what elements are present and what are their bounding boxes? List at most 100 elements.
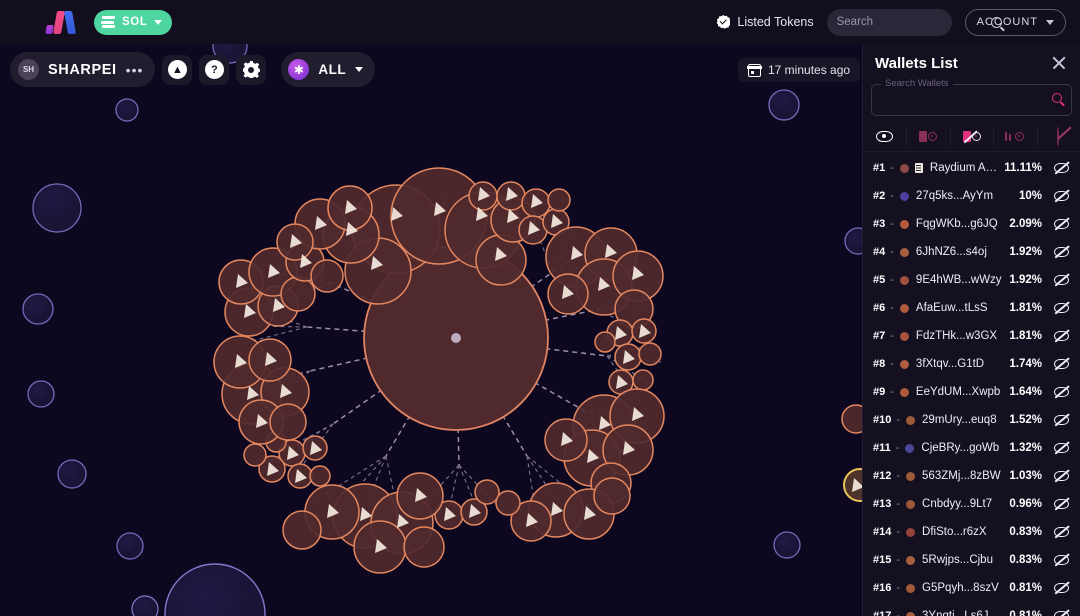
hide-wallet-eye-slash-icon[interactable] — [1054, 357, 1070, 371]
wallet-row[interactable]: #8- 3fXtqv...G1tD 1.74% — [863, 350, 1080, 378]
timestamp-label: 17 minutes ago — [768, 63, 851, 77]
wallet-percent: 0.96% — [1009, 498, 1042, 510]
wallet-percent: 11.11% — [1004, 162, 1042, 174]
wallet-color-dot — [906, 611, 916, 616]
wallet-color-dot — [905, 443, 915, 453]
wallet-percent: 1.03% — [1009, 470, 1042, 482]
help-button[interactable]: ? — [199, 54, 230, 85]
filter-hidden-button[interactable] — [1036, 122, 1080, 151]
wallet-row[interactable]: #7- FdzTHk...w3GX 1.81% — [863, 322, 1080, 350]
wallet-row[interactable]: #5- 9E4hWB...wWzy 1.92% — [863, 266, 1080, 294]
hide-wallet-eye-slash-icon[interactable] — [1054, 161, 1070, 175]
settings-button[interactable] — [236, 54, 267, 85]
all-filter-label: ALL — [318, 62, 347, 77]
wallet-row[interactable]: #12- 563ZMj...8zBW 1.03% — [863, 462, 1080, 490]
wallet-rank: #14 — [873, 526, 892, 538]
settings-gear-icon — [243, 61, 260, 78]
filter-liquidity-button[interactable] — [993, 122, 1036, 151]
hide-wallet-eye-slash-icon[interactable] — [1054, 301, 1070, 315]
wallet-row[interactable]: #1- Raydium Autho...11.11% — [863, 154, 1080, 182]
bubble-map-svg — [0, 44, 862, 616]
wallet-color-dot — [899, 303, 909, 313]
wallets-list[interactable]: #1-Raydium Autho...11.11%#2-27q5ks...AyY… — [863, 152, 1080, 616]
wallet-rank-separator: - — [896, 582, 901, 594]
wallet-address: AfaEuw...tLsS — [915, 302, 988, 314]
solana-icon — [101, 16, 115, 28]
wallet-rank-separator: - — [890, 218, 894, 230]
wallet-percent: 1.92% — [1009, 246, 1042, 258]
hide-wallet-eye-slash-icon[interactable] — [1054, 217, 1070, 231]
wallet-rank-separator: - — [890, 190, 894, 202]
wallet-address: 6JhNZ6...s4oj — [915, 246, 987, 258]
token-avatar: SH — [18, 59, 39, 80]
wallet-rank-separator: - — [890, 358, 894, 370]
hide-wallet-eye-slash-icon[interactable] — [1054, 245, 1070, 259]
chain-label: SOL — [122, 16, 148, 28]
wallet-rank-separator: - — [890, 246, 894, 258]
wallet-row[interactable]: #15- 5Rwjps...Cjbu 0.83% — [863, 546, 1080, 574]
map-toolbar: SH SHARPEI ••• ▲ ? ✱ ALL — [10, 52, 376, 87]
hide-wallet-eye-slash-icon[interactable] — [1054, 385, 1070, 399]
exchange-eye-slash-icon — [962, 130, 981, 144]
wallet-rank-separator: - — [896, 470, 901, 482]
hide-wallet-eye-slash-icon[interactable] — [1054, 609, 1070, 616]
filter-contracts-button[interactable] — [906, 122, 949, 151]
hide-wallet-eye-slash-icon[interactable] — [1054, 525, 1070, 539]
wallet-row[interactable]: #11- CjeBRy...goWb 1.32% — [863, 434, 1080, 462]
filter-all-visible-button[interactable] — [863, 122, 906, 151]
bubble-map-canvas[interactable]: bubblemaps.io — [0, 44, 862, 616]
more-options-icon[interactable]: ••• — [126, 63, 144, 77]
wallet-row[interactable]: #4- 6JhNZ6...s4oj 1.92% — [863, 238, 1080, 266]
wallet-rank: #5 — [873, 274, 886, 286]
close-icon[interactable] — [1050, 54, 1068, 72]
wallet-row[interactable]: #9- EeYdUM...Xwpb 1.64% — [863, 378, 1080, 406]
global-search-box[interactable] — [826, 8, 1002, 36]
listed-tokens-button[interactable]: Listed Tokens — [716, 15, 814, 29]
hidden-eye-slash-icon — [1057, 126, 1072, 146]
wallet-filter-row — [863, 122, 1080, 152]
wallet-row[interactable]: #6- AfaEuw...tLsS 1.81% — [863, 294, 1080, 322]
all-filter-chip[interactable]: ✱ ALL — [281, 52, 376, 87]
hide-wallet-eye-slash-icon[interactable] — [1054, 441, 1070, 455]
hide-wallet-eye-slash-icon[interactable] — [1054, 189, 1070, 203]
wallet-row[interactable]: #3- FqgWKb...g6JQ 2.09% — [863, 210, 1080, 238]
bubblemaps-logo[interactable] — [45, 10, 80, 34]
wallet-rank: #16 — [873, 582, 892, 594]
wallet-rank-separator: - — [895, 442, 900, 454]
wallet-row[interactable]: #13- Cnbdyy...9Lt7 0.96% — [863, 490, 1080, 518]
wallet-row[interactable]: #17- 3Yngtj...Ls6J 0.81% — [863, 602, 1080, 616]
hide-wallet-eye-slash-icon[interactable] — [1054, 329, 1070, 343]
topbar-right-group: Listed Tokens ACCOUNT — [716, 8, 1066, 36]
wallet-row[interactable]: #14- DfiSto...r6zX 0.83% — [863, 518, 1080, 546]
hide-wallet-eye-slash-icon[interactable] — [1054, 581, 1070, 595]
token-name-label: SHARPEI — [48, 61, 117, 78]
wallet-color-dot — [899, 247, 909, 257]
metrics-button[interactable]: ▲ — [162, 54, 193, 85]
wallet-rank: #7 — [873, 330, 886, 342]
hide-wallet-eye-slash-icon[interactable] — [1054, 413, 1070, 427]
hide-wallet-eye-slash-icon[interactable] — [1054, 497, 1070, 511]
liquidity-eye-icon — [1005, 131, 1025, 142]
filter-exchanges-button[interactable] — [949, 122, 993, 151]
hide-wallet-eye-slash-icon[interactable] — [1054, 469, 1070, 483]
account-button[interactable]: ACCOUNT — [964, 8, 1066, 36]
snapshot-timestamp[interactable]: 17 minutes ago — [738, 58, 861, 82]
token-selector-chip[interactable]: SH SHARPEI ••• — [10, 52, 156, 87]
wallet-percent: 1.32% — [1009, 442, 1042, 454]
wallet-row[interactable]: #10- 29mUry...euq8 1.52% — [863, 406, 1080, 434]
wallet-rank-separator: - — [896, 554, 901, 566]
wallet-rank: #10 — [873, 414, 892, 426]
wallet-color-dot — [899, 163, 909, 173]
hide-wallet-eye-slash-icon[interactable] — [1054, 273, 1070, 287]
wallet-search-field[interactable]: Search Wallets — [871, 78, 1072, 116]
metrics-icon: ▲ — [167, 60, 187, 79]
wallet-row[interactable]: #2- 27q5ks...AyYm 10% — [863, 182, 1080, 210]
hide-wallet-eye-slash-icon[interactable] — [1054, 553, 1070, 567]
wallet-address: FdzTHk...w3GX — [915, 330, 998, 342]
wallet-address: Cnbdyy...9Lt7 — [922, 498, 993, 510]
wallet-color-dot — [906, 527, 916, 537]
wallet-percent: 1.81% — [1009, 302, 1042, 314]
chain-selector-sol[interactable]: SOL — [94, 9, 173, 35]
wallet-rank: #6 — [873, 302, 886, 314]
wallet-row[interactable]: #16- G5Pqyh...8szV 0.81% — [863, 574, 1080, 602]
